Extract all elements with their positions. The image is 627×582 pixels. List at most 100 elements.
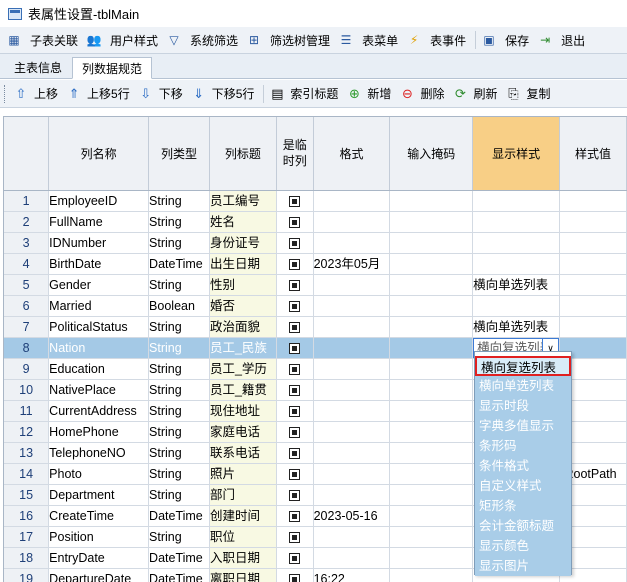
cell-column-caption[interactable]: 员工编号 bbox=[209, 190, 277, 212]
cell-column-type[interactable]: DateTime bbox=[148, 505, 210, 527]
cell-column-name[interactable]: Photo bbox=[48, 463, 150, 485]
cell-column-caption[interactable]: 员工_籍贯 bbox=[209, 379, 277, 401]
cell-column-caption[interactable]: 创建时间 bbox=[209, 505, 277, 527]
temp-column-checkbox[interactable] bbox=[289, 363, 301, 375]
cell-temp-checkbox[interactable] bbox=[276, 484, 314, 506]
cell-column-name[interactable]: CurrentAddress bbox=[48, 400, 150, 422]
column-header-mask[interactable]: 输入掩码 bbox=[389, 117, 474, 191]
row-number[interactable]: 16 bbox=[4, 505, 50, 527]
cell-input-mask[interactable] bbox=[389, 190, 474, 212]
cell-input-mask[interactable] bbox=[389, 484, 474, 506]
cell-column-caption[interactable]: 照片 bbox=[209, 463, 277, 485]
cell-column-name[interactable]: EmployeeID bbox=[48, 190, 150, 212]
save-button[interactable]: ▣ 保存 bbox=[479, 29, 535, 51]
cell-column-type[interactable]: DateTime bbox=[148, 253, 210, 275]
dropdown-option[interactable]: 矩形条 bbox=[475, 496, 571, 516]
cell-column-caption[interactable]: 员工_学历 bbox=[209, 358, 277, 380]
cell-input-mask[interactable] bbox=[389, 211, 474, 233]
row-number[interactable]: 9 bbox=[4, 358, 50, 380]
cell-format[interactable] bbox=[313, 211, 391, 233]
cell-temp-checkbox[interactable] bbox=[276, 316, 314, 338]
cell-column-name[interactable]: Department bbox=[48, 484, 150, 506]
cell-style-value[interactable] bbox=[559, 211, 627, 233]
cell-style-value[interactable] bbox=[559, 274, 627, 296]
cell-temp-checkbox[interactable] bbox=[276, 379, 314, 401]
cell-input-mask[interactable] bbox=[389, 568, 474, 582]
cell-temp-checkbox[interactable] bbox=[276, 295, 314, 317]
dropdown-option[interactable]: 自定义样式 bbox=[475, 476, 571, 496]
table-row[interactable]: 4 BirthDate DateTime 出生日期 2023年05月 bbox=[4, 253, 627, 275]
cell-column-caption[interactable]: 婚否 bbox=[209, 295, 277, 317]
cell-column-name[interactable]: TelephoneNO bbox=[48, 442, 150, 464]
row-number[interactable]: 2 bbox=[4, 211, 50, 233]
cell-format[interactable]: 2023-05-16 bbox=[313, 505, 391, 527]
move-down-button[interactable]: ⇩ 下移 bbox=[136, 83, 189, 105]
cell-column-name[interactable]: Nation bbox=[48, 337, 150, 359]
cell-input-mask[interactable] bbox=[389, 337, 474, 359]
temp-column-checkbox[interactable] bbox=[289, 552, 301, 564]
dropdown-option[interactable]: 横向单选列表 bbox=[475, 376, 571, 396]
dropdown-option[interactable]: 条件格式 bbox=[475, 456, 571, 476]
cell-column-caption[interactable]: 职位 bbox=[209, 526, 277, 548]
cell-column-type[interactable]: String bbox=[148, 358, 210, 380]
column-header-style-value[interactable]: 样式值 bbox=[559, 117, 627, 191]
table-row[interactable]: 3 IDNumber String 身份证号 bbox=[4, 232, 627, 254]
user-style-button[interactable]: 👥 用户样式 bbox=[84, 29, 164, 51]
temp-column-checkbox[interactable] bbox=[289, 426, 301, 438]
cell-style-value[interactable] bbox=[559, 295, 627, 317]
cell-temp-checkbox[interactable] bbox=[276, 211, 314, 233]
cell-format[interactable] bbox=[313, 358, 391, 380]
cell-column-type[interactable]: String bbox=[148, 232, 210, 254]
cell-column-name[interactable]: EntryDate bbox=[48, 547, 150, 569]
row-number[interactable]: 14 bbox=[4, 463, 50, 485]
column-header-display-style[interactable]: 显示样式 bbox=[472, 117, 561, 191]
cell-column-caption[interactable]: 性别 bbox=[209, 274, 277, 296]
cell-format[interactable] bbox=[313, 547, 391, 569]
display-style-dropdown[interactable]: 横向复选列表 横向单选列表 显示时段 字典多值显示 条形码 条件格式 自定义样式 矩形条 会计金… bbox=[474, 351, 572, 576]
cell-display-style[interactable] bbox=[472, 190, 561, 212]
cell-format[interactable] bbox=[313, 316, 391, 338]
cell-temp-checkbox[interactable] bbox=[276, 442, 314, 464]
row-number[interactable]: 17 bbox=[4, 526, 50, 548]
row-number[interactable]: 10 bbox=[4, 379, 50, 401]
cell-column-type[interactable]: String bbox=[148, 337, 210, 359]
cell-style-value[interactable] bbox=[559, 232, 627, 254]
dropdown-option[interactable]: 字典多值显示 bbox=[475, 416, 571, 436]
cell-column-type[interactable]: String bbox=[148, 421, 210, 443]
cell-style-value[interactable] bbox=[559, 253, 627, 275]
cell-format[interactable] bbox=[313, 442, 391, 464]
cell-temp-checkbox[interactable] bbox=[276, 274, 314, 296]
subtable-link-button[interactable]: ▦ 子表关联 bbox=[4, 29, 84, 51]
cell-column-type[interactable]: String bbox=[148, 526, 210, 548]
cell-column-caption[interactable]: 联系电话 bbox=[209, 442, 277, 464]
cell-input-mask[interactable] bbox=[389, 526, 474, 548]
cell-format[interactable] bbox=[313, 400, 391, 422]
dropdown-option[interactable]: 会计金额标题 bbox=[475, 516, 571, 536]
delete-button[interactable]: ⊖ 删除 bbox=[397, 83, 450, 105]
cell-column-type[interactable]: String bbox=[148, 190, 210, 212]
cell-column-type[interactable]: String bbox=[148, 442, 210, 464]
cell-input-mask[interactable] bbox=[389, 232, 474, 254]
copy-button[interactable]: ⎘ 复制 bbox=[503, 83, 556, 105]
cell-temp-checkbox[interactable] bbox=[276, 568, 314, 582]
table-row[interactable]: 2 FullName String 姓名 bbox=[4, 211, 627, 233]
filter-tree-button[interactable]: ⊞ 筛选树管理 bbox=[244, 29, 336, 51]
cell-column-name[interactable]: IDNumber bbox=[48, 232, 150, 254]
temp-column-checkbox[interactable] bbox=[289, 258, 301, 270]
temp-column-checkbox[interactable] bbox=[289, 300, 301, 312]
row-number[interactable]: 7 bbox=[4, 316, 50, 338]
cell-column-caption[interactable]: 现住地址 bbox=[209, 400, 277, 422]
cell-column-caption[interactable]: 政治面貌 bbox=[209, 316, 277, 338]
cell-format[interactable] bbox=[313, 421, 391, 443]
cell-column-type[interactable]: String bbox=[148, 274, 210, 296]
cell-input-mask[interactable] bbox=[389, 358, 474, 380]
cell-format[interactable] bbox=[313, 484, 391, 506]
cell-input-mask[interactable] bbox=[389, 253, 474, 275]
cell-input-mask[interactable] bbox=[389, 316, 474, 338]
cell-format[interactable] bbox=[313, 463, 391, 485]
cell-temp-checkbox[interactable] bbox=[276, 463, 314, 485]
table-row[interactable]: 6 Married Boolean 婚否 bbox=[4, 295, 627, 317]
temp-column-checkbox[interactable] bbox=[289, 573, 301, 582]
cell-input-mask[interactable] bbox=[389, 505, 474, 527]
temp-column-checkbox[interactable] bbox=[289, 447, 301, 459]
